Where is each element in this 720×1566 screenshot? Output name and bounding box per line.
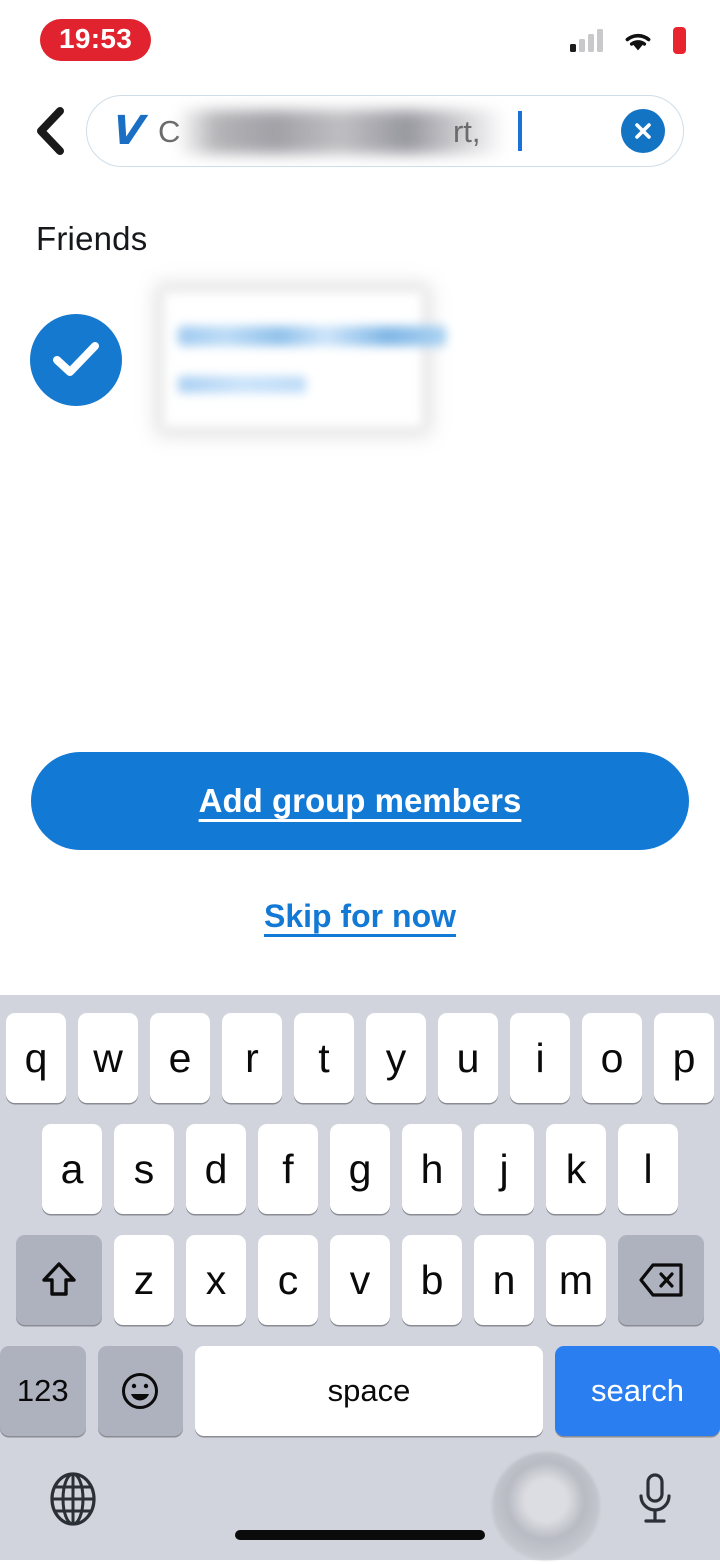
search-input[interactable]: V C rt, [86,95,684,167]
close-icon [635,123,651,139]
key-c[interactable]: c [258,1235,318,1325]
key-v[interactable]: v [330,1235,390,1325]
search-key[interactable]: search [554,1346,720,1436]
key-l[interactable]: l [618,1124,678,1214]
skip-for-now-link[interactable]: Skip for now [0,898,720,935]
key-z[interactable]: z [114,1235,174,1325]
key-g[interactable]: g [330,1124,390,1214]
keyboard-row-2: a s d f g h j k l [0,1124,720,1214]
key-p[interactable]: p [654,1013,714,1103]
key-d[interactable]: d [186,1124,246,1214]
back-chevron-icon [37,107,64,155]
key-m[interactable]: m [546,1235,606,1325]
key-q[interactable]: q [6,1013,66,1103]
assistive-touch-icon[interactable] [492,1452,600,1560]
key-r[interactable]: r [222,1013,282,1103]
battery-icon [673,26,686,54]
search-query-tail: rt, [452,113,481,149]
text-caret [517,111,522,151]
on-screen-keyboard: q w e r t y u i o p a s d f g h j k l z … [0,995,720,1560]
shift-key[interactable] [16,1235,102,1325]
key-y[interactable]: y [366,1013,426,1103]
checkmark-icon [53,341,99,376]
key-b[interactable]: b [402,1235,462,1325]
key-e[interactable]: e [150,1013,210,1103]
numbers-key[interactable]: 123 [0,1346,86,1436]
dictation-key[interactable] [634,1470,676,1533]
cellular-signal-icon [570,28,603,52]
backspace-icon [639,1263,683,1297]
key-s[interactable]: s [114,1124,174,1214]
status-icons [570,26,686,54]
globe-key[interactable] [44,1470,102,1533]
add-group-members-button[interactable]: Add group members [31,752,689,850]
keyboard-row-3: z x c v b n m [0,1235,720,1325]
venmo-v-logo: V [110,108,147,154]
friend-handle [178,376,306,393]
key-j[interactable]: j [474,1124,534,1214]
list-item[interactable] [0,258,720,427]
microphone-icon [639,1472,671,1523]
cta-section: Add group members Skip for now [0,752,720,935]
wifi-icon [625,33,651,50]
friends-section-title: Friends [36,220,148,257]
key-a[interactable]: a [42,1124,102,1214]
friend-identity [164,292,446,427]
key-k[interactable]: k [546,1124,606,1214]
backspace-key[interactable] [618,1235,704,1325]
key-f[interactable]: f [258,1124,318,1214]
search-header: V C rt, [0,80,720,176]
clear-search-button[interactable] [621,109,665,153]
search-query-visible: C [157,113,181,149]
emoji-key[interactable] [97,1346,183,1436]
keyboard-row-4: 123 space search [0,1346,720,1436]
search-query-wrap: C rt, [158,96,611,166]
key-w[interactable]: w [78,1013,138,1103]
space-key[interactable]: space [195,1346,543,1436]
back-button[interactable] [24,105,76,157]
emoji-smiley-icon [122,1373,159,1409]
recording-time-pill: 19:53 [40,19,152,61]
globe-icon [50,1471,96,1526]
friend-selected-toggle[interactable] [30,313,122,406]
friend-name [178,326,446,346]
key-h[interactable]: h [402,1124,462,1214]
key-i[interactable]: i [510,1013,570,1103]
key-o[interactable]: o [582,1013,642,1103]
keyboard-row-1: q w e r t y u i o p [0,1013,720,1103]
key-n[interactable]: n [474,1235,534,1325]
status-bar: 19:53 [0,0,720,80]
key-u[interactable]: u [438,1013,498,1103]
keyboard-bottom-bar [0,1436,720,1566]
key-x[interactable]: x [186,1235,246,1325]
home-indicator [235,1530,485,1540]
shift-arrow-icon [42,1262,76,1296]
key-t[interactable]: t [294,1013,354,1103]
redacted-friend-overlay [164,292,422,427]
